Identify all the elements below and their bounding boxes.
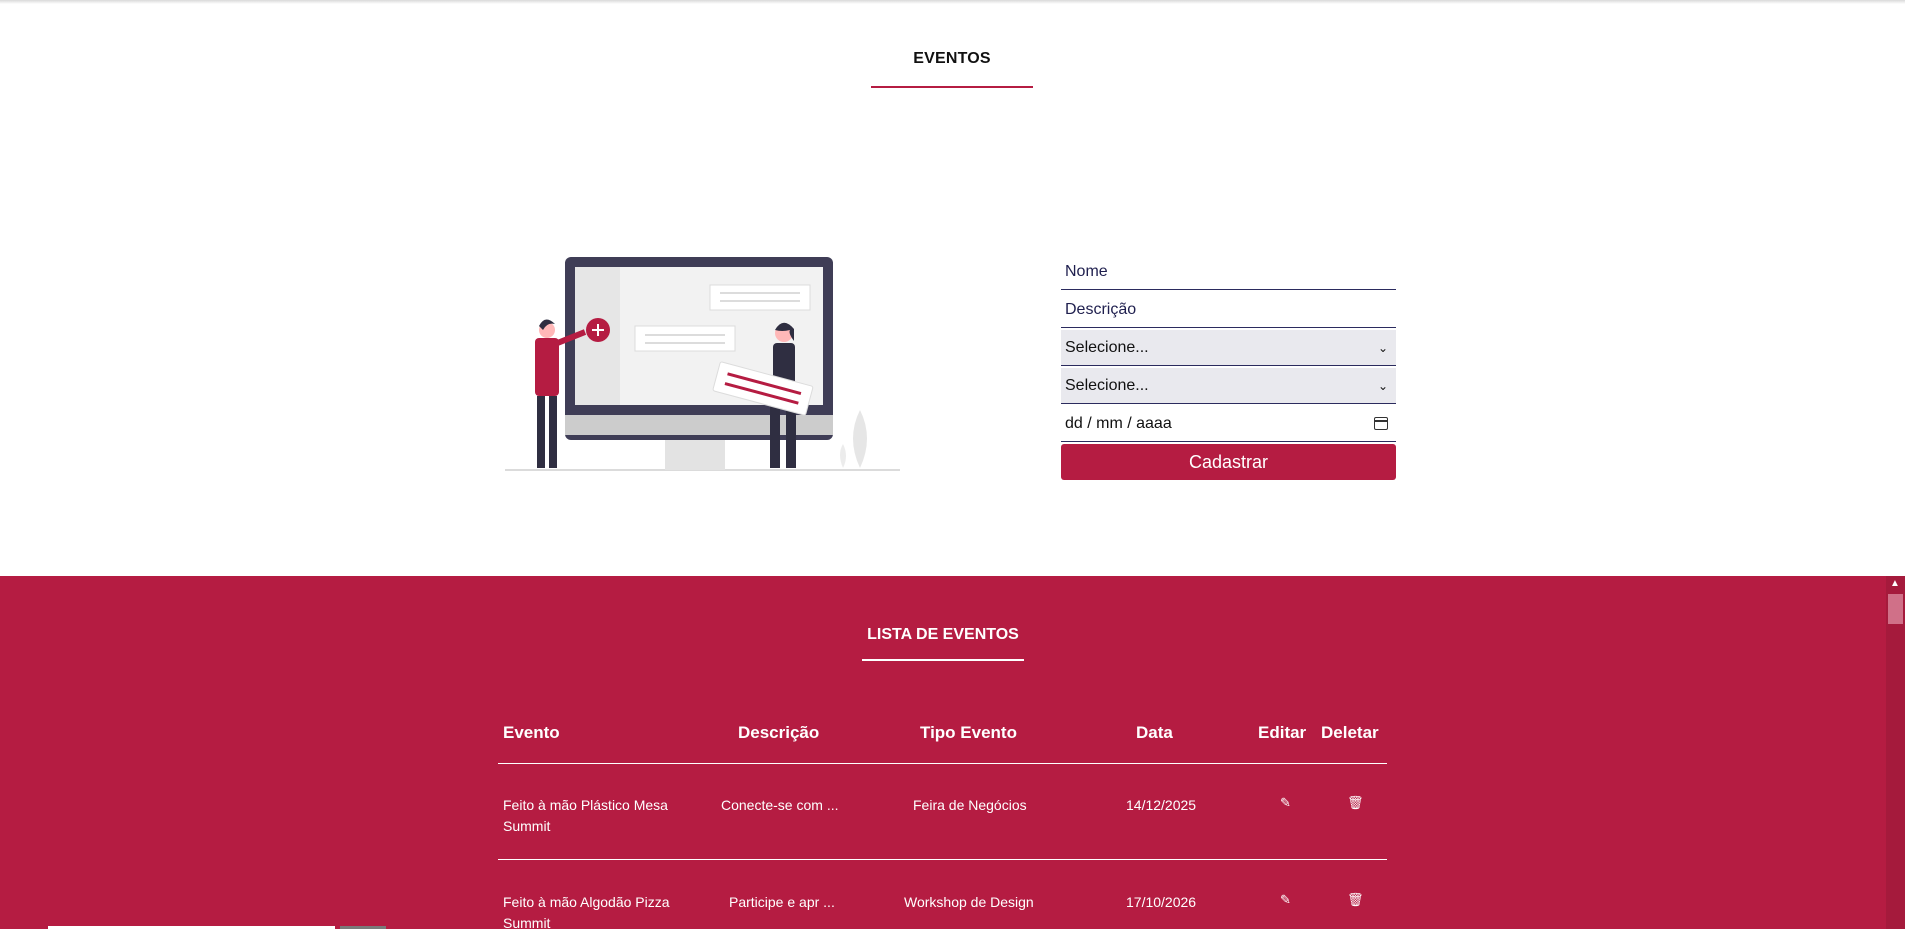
trash-icon[interactable]: 🗑 (1347, 795, 1364, 811)
list-title: LISTA DE EVENTOS (867, 626, 1019, 643)
column-header-data: Data (1136, 723, 1173, 742)
descricao-input[interactable] (1061, 292, 1396, 328)
trash-icon[interactable]: 🗑 (1347, 892, 1364, 908)
row-evento: Feito à mão Algodão Pizza Summit (503, 894, 670, 931)
date-input[interactable]: dd / mm / aaaa (1061, 406, 1396, 442)
row-tipo: Feira de Negócios (913, 797, 1027, 813)
row-data: 14/12/2025 (1126, 797, 1197, 813)
cadastrar-button[interactable]: Cadastrar (1061, 444, 1396, 480)
tipo-evento-select[interactable]: Selecione... ⌄ (1061, 330, 1396, 366)
column-header-editar: Editar (1258, 723, 1307, 742)
list-title-underline (862, 659, 1024, 661)
column-header-evento: Evento (503, 723, 560, 742)
row-evento: Feito à mão Plástico Mesa Summit (503, 797, 668, 834)
page-title-text: EVENTOS (913, 50, 991, 67)
column-header-deletar: Deletar (1321, 723, 1379, 742)
column-header-descricao: Descrição (738, 723, 820, 742)
vertical-scrollbar[interactable] (1886, 576, 1905, 929)
column-header-tipo-evento: Tipo Evento (920, 723, 1017, 742)
row-data: 17/10/2026 (1126, 894, 1197, 910)
calendar-icon[interactable] (1374, 417, 1388, 430)
pencil-icon[interactable]: ✎ (1280, 795, 1291, 811)
chevron-down-icon: ⌄ (1377, 340, 1388, 355)
top-shadow (0, 0, 1905, 4)
tipo-evento-select-value: Selecione... (1065, 338, 1149, 356)
page-title: EVENTOS (871, 50, 1033, 68)
pencil-icon[interactable]: ✎ (1280, 892, 1291, 908)
scrollbar-thumb[interactable] (1888, 594, 1903, 624)
event-illustration (505, 257, 900, 471)
nome-input[interactable] (1061, 254, 1396, 290)
chevron-down-icon: ⌄ (1377, 378, 1388, 393)
event-form: Selecione... ⌄ Selecione... ⌄ dd / mm / … (1061, 254, 1396, 480)
scroll-up-icon[interactable]: ▲ (1890, 578, 1900, 589)
row-tipo: Workshop de Design (904, 894, 1034, 910)
table-row-divider (498, 859, 1387, 860)
instituicao-select[interactable]: Selecione... ⌄ (1061, 368, 1396, 404)
row-descricao: Participe e apr ... (729, 894, 835, 910)
row-descricao: Conecte-se com ... (721, 797, 839, 813)
table-header-divider (498, 763, 1387, 764)
date-input-placeholder: dd / mm / aaaa (1065, 414, 1172, 432)
instituicao-select-value: Selecione... (1065, 376, 1149, 394)
title-underline (871, 86, 1033, 88)
